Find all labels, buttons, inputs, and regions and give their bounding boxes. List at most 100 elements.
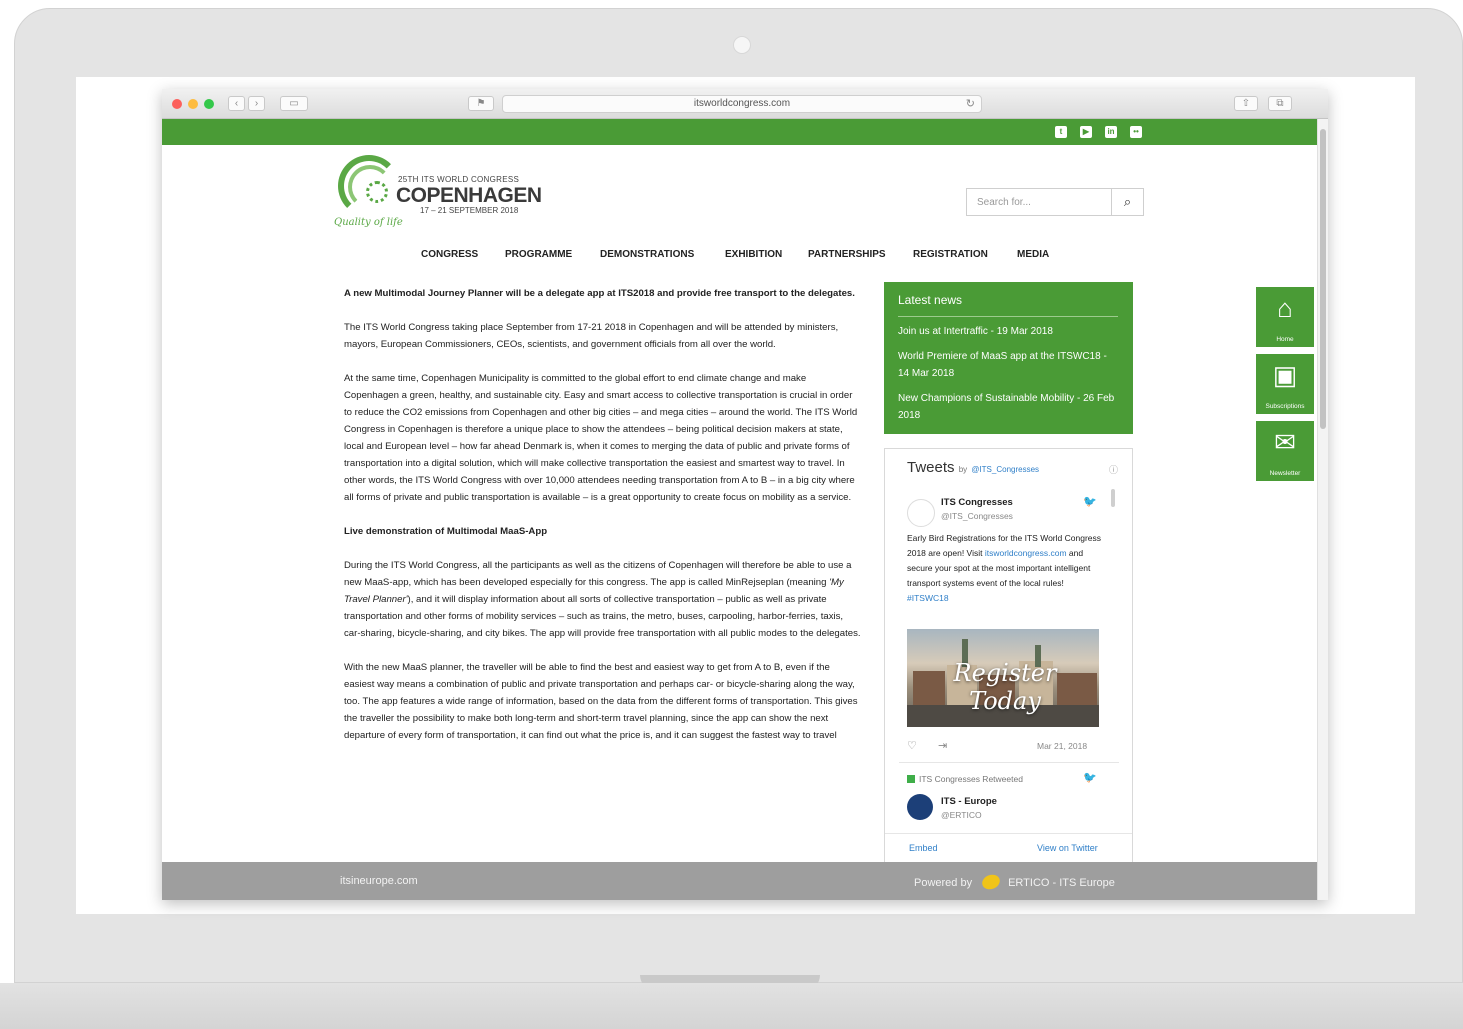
tweet-link[interactable]: itsworldcongress.com (985, 548, 1067, 558)
view-on-twitter-link[interactable]: View on Twitter (1037, 843, 1098, 853)
url-bar[interactable]: itsworldcongress.com ↻ (502, 95, 982, 113)
news-item[interactable]: Join us at Intertraffic - 19 Mar 2018 (898, 323, 1120, 340)
logo-tagline: Quality of life (334, 217, 403, 228)
scroll-thumb[interactable] (1320, 129, 1326, 429)
search-input[interactable] (967, 189, 1111, 215)
side-widget-label: Home (1276, 336, 1294, 343)
youtube-icon[interactable]: ▶ (1080, 126, 1092, 138)
sidebar-toggle-button[interactable]: ▭ (280, 96, 308, 111)
tweet-hashtag[interactable]: #ITSWC18 (907, 593, 949, 603)
twitter-bird-icon: 🐦 (1083, 772, 1097, 784)
laptop-base (0, 983, 1463, 1029)
camera (733, 36, 751, 54)
share-tweet-icon[interactable]: ⇥ (938, 740, 947, 752)
article: A new Multimodal Journey Planner will be… (344, 285, 862, 761)
close-window-button[interactable] (172, 99, 182, 109)
news-item[interactable]: New Champions of Sustainable Mobility - … (898, 390, 1120, 424)
reload-icon[interactable]: ↻ (966, 96, 975, 112)
tweets-title: Tweets (907, 459, 955, 476)
nav-demonstrations[interactable]: DEMONSTRATIONS (600, 249, 694, 260)
tweet-author-name[interactable]: ITS - Europe (941, 796, 997, 807)
news-item[interactable]: World Premiere of MaaS app at the ITSWC1… (898, 348, 1120, 382)
embed-link[interactable]: Embed (909, 843, 938, 853)
timeline-scrollbar[interactable] (1111, 489, 1115, 507)
side-widget-subscriptions[interactable]: ▣ Subscriptions (1256, 354, 1314, 414)
info-icon[interactable]: ⓘ (1109, 463, 1118, 476)
divider (885, 833, 1132, 834)
bookmarks-icon[interactable]: ⚑ (468, 96, 494, 111)
nav-exhibition[interactable]: EXHIBITION (725, 249, 782, 260)
search-icon[interactable]: ⌕ (1111, 189, 1143, 215)
side-widget-home[interactable]: ⌂ Home (1256, 287, 1314, 347)
retweet-icon (907, 775, 915, 783)
article-paragraph: With the new MaaS planner, the traveller… (344, 662, 858, 741)
nav-media[interactable]: MEDIA (1017, 249, 1049, 260)
tweets-header: Tweets by @ITS_Congresses (907, 459, 1039, 476)
side-widget-label: Subscriptions (1265, 403, 1305, 410)
side-widget-label: Newsletter (1269, 470, 1301, 477)
article-text: ), and it will display information about… (344, 594, 861, 639)
page-scrollbar[interactable] (1317, 119, 1328, 900)
footer-org[interactable]: ERTICO - ITS Europe (1008, 877, 1115, 889)
tweets-by: by (958, 465, 968, 474)
latest-news-title: Latest news (898, 293, 963, 307)
twitter-bird-icon: 🐦 (1083, 496, 1097, 508)
logo-date: 17 – 21 SEPTEMBER 2018 (420, 206, 519, 215)
side-widget-newsletter[interactable]: ✉ Newsletter (1256, 421, 1314, 481)
article-paragraph: The ITS World Congress taking place Sept… (344, 322, 839, 350)
top-social-bar: t ▶ in •• (162, 119, 1317, 145)
search-box: ⌕ (966, 188, 1144, 216)
mail-icon: ✉ (1274, 427, 1296, 457)
back-button[interactable]: ‹ (228, 96, 245, 111)
divider (899, 762, 1119, 763)
footer-powered-by: Powered by ERTICO - ITS Europe (914, 872, 1115, 892)
tweet-actions: ♡ ⇥ (907, 739, 947, 752)
forward-button[interactable]: › (248, 96, 265, 111)
home-icon: ⌂ (1277, 293, 1293, 323)
flickr-icon[interactable]: •• (1130, 126, 1142, 138)
logo-gear-icon (366, 181, 388, 203)
divider (898, 316, 1118, 317)
linkedin-icon[interactable]: in (1105, 126, 1117, 138)
tweet-date[interactable]: Mar 21, 2018 (1037, 741, 1087, 751)
url-text: itsworldcongress.com (693, 98, 791, 109)
article-paragraph: During the ITS World Congress, all the p… (344, 557, 862, 642)
minimize-window-button[interactable] (188, 99, 198, 109)
powered-by-label: Powered by (914, 877, 973, 889)
share-icon[interactable]: ⇧ (1234, 96, 1258, 111)
ertico-logo-icon (980, 872, 1002, 892)
footer-link[interactable]: itsineurope.com (340, 875, 418, 887)
like-icon[interactable]: ♡ (907, 740, 917, 752)
tweet-text: Early Bird Registrations for the ITS Wor… (907, 531, 1103, 606)
article-text: During the ITS World Congress, all the p… (344, 560, 852, 588)
avatar[interactable] (907, 794, 933, 820)
tweets-by-handle[interactable]: @ITS_Congresses (971, 465, 1039, 474)
browser-window: ‹ › ▭ ⚑ itsworldcongress.com ↻ ⇧ ⧉ t ▶ i… (162, 89, 1328, 900)
tweet-image[interactable]: Register Today (907, 629, 1099, 727)
article-lead: A new Multimodal Journey Planner will be… (344, 288, 855, 299)
retweet-text: ITS Congresses Retweeted (919, 774, 1023, 784)
nav-programme[interactable]: PROGRAMME (505, 249, 572, 260)
nav-congress[interactable]: CONGRESS (421, 249, 478, 260)
maximize-window-button[interactable] (204, 99, 214, 109)
tweet-author-handle[interactable]: @ITS_Congresses (941, 511, 1013, 521)
calendar-plus-icon: ▣ (1272, 360, 1298, 390)
logo-title: COPENHAGEN (396, 184, 542, 207)
nav-registration[interactable]: REGISTRATION (913, 249, 988, 260)
browser-toolbar: ‹ › ▭ ⚑ itsworldcongress.com ↻ ⇧ ⧉ (162, 89, 1328, 119)
twitter-timeline: Tweets by @ITS_Congresses ⓘ ITS Congress… (884, 448, 1133, 868)
nav-partnerships[interactable]: PARTNERSHIPS (808, 249, 886, 260)
logo-congress-label: 25TH ITS WORLD CONGRESS (398, 175, 520, 184)
article-subheading: Live demonstration of Multimodal MaaS-Ap… (344, 526, 548, 537)
article-paragraph: At the same time, Copenhagen Municipalit… (344, 373, 858, 503)
latest-news-panel: Latest news Join us at Intertraffic - 19… (884, 282, 1133, 434)
avatar[interactable] (907, 499, 935, 527)
site-logo[interactable]: 25TH ITS WORLD CONGRESS COPENHAGEN 17 – … (332, 155, 552, 235)
tweet-author-name[interactable]: ITS Congresses (941, 497, 1013, 508)
tweet-image-caption: Register Today (953, 659, 1057, 715)
twitter-icon[interactable]: t (1055, 126, 1067, 138)
site-footer: itsineurope.com Powered by ERTICO - ITS E… (162, 862, 1317, 900)
retweet-label: ITS Congresses Retweeted (907, 774, 1023, 784)
tweet-author-handle[interactable]: @ERTICO (941, 810, 982, 820)
tabs-icon[interactable]: ⧉ (1268, 96, 1292, 111)
